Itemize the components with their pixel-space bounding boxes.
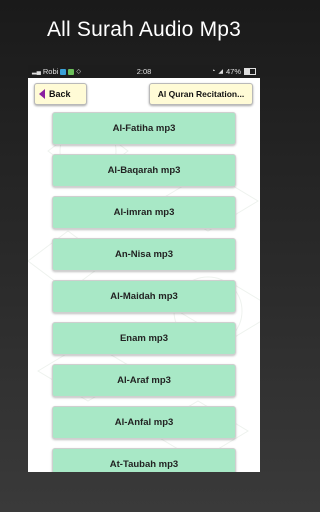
surah-item-al-baqarah[interactable]: Al-Baqarah mp3 [52, 154, 236, 187]
phone-screen: ▂▄ Robi ◇ 2:08 ◔ ◢ 47% Back Al Quran Rec… [28, 65, 260, 472]
toolbar: Back Al Quran Recitation... [28, 78, 260, 111]
surah-label: Al-Fatiha mp3 [112, 123, 176, 134]
surah-label: An-Nisa mp3 [114, 249, 174, 260]
surah-item-al-araf[interactable]: Al-Araf mp3 [52, 364, 236, 397]
surah-label: Enam mp3 [119, 333, 169, 344]
back-arrow-icon [39, 89, 45, 99]
surah-item-al-anfal[interactable]: Al-Anfal mp3 [52, 406, 236, 439]
surah-item-at-taubah[interactable]: At-Taubah mp3 [52, 448, 236, 472]
promo-title: All Surah Audio Mp3 [46, 18, 242, 41]
surah-item-al-fatiha[interactable]: Al-Fatiha mp3 [52, 112, 236, 145]
surah-label: Al-Maidah mp3 [110, 291, 178, 302]
surah-item-enam[interactable]: Enam mp3 [52, 322, 236, 355]
surah-label: Al-Anfal mp3 [114, 417, 174, 428]
surah-label: Al-Baqarah mp3 [107, 165, 181, 176]
surah-list-area[interactable]: Al-Fatiha mp3 Al-Baqarah mp3 Al-imran mp… [28, 111, 260, 472]
back-button[interactable]: Back [34, 83, 87, 105]
surah-item-al-maidah[interactable]: Al-Maidah mp3 [52, 280, 236, 313]
quran-recitation-button[interactable]: Al Quran Recitation... [149, 83, 253, 105]
battery-icon [244, 68, 256, 75]
status-time: 2:08 [136, 67, 152, 76]
quran-recitation-label: Al Quran Recitation... [157, 89, 245, 99]
surah-label: Al-imran mp3 [113, 207, 175, 218]
surah-label: Al-Araf mp3 [117, 375, 171, 386]
status-bar: ▂▄ Robi ◇ 2:08 ◔ ◢ 47% [28, 65, 260, 78]
surah-item-al-imran[interactable]: Al-imran mp3 [52, 196, 236, 229]
surah-item-an-nisa[interactable]: An-Nisa mp3 [52, 238, 236, 271]
surah-label: At-Taubah mp3 [109, 459, 179, 470]
back-button-label: Back [49, 89, 71, 99]
